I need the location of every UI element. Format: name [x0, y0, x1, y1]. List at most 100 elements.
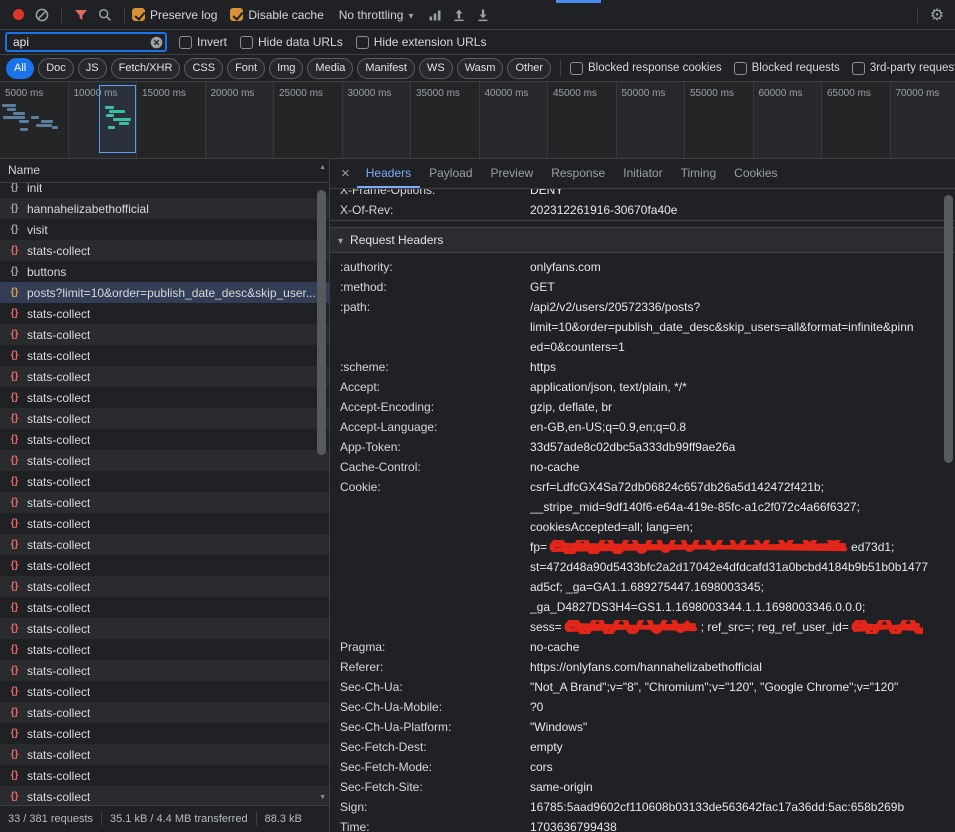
filter-type-chip[interactable]: All	[6, 58, 34, 79]
request-type-icon: {}	[8, 518, 21, 529]
checkbox-label: Preserve log	[150, 8, 217, 22]
record-button[interactable]	[6, 3, 30, 27]
header-row: :method:GET	[330, 277, 955, 297]
request-type-icon: {}	[8, 245, 21, 256]
request-type-icon: {}	[8, 602, 21, 613]
request-row[interactable]: {} stats-collect	[0, 597, 329, 618]
filter-button[interactable]	[69, 3, 93, 27]
filter-option-checkbox[interactable]: Hide extension URLs	[356, 35, 487, 49]
header-value: /api2/v2/users/20572336/posts?limit=10&o…	[530, 297, 955, 357]
filter-type-chip[interactable]: Fetch/XHR	[111, 58, 181, 79]
details-tab[interactable]: Response	[542, 159, 614, 188]
details-tab[interactable]: Headers	[357, 159, 420, 188]
network-overview-timeline[interactable]: 5000 ms 10000 ms 15000 ms 20000 ms 25000…	[0, 82, 955, 159]
request-row[interactable]: {} stats-collect	[0, 744, 329, 765]
filter-type-chip[interactable]: Media	[307, 58, 353, 79]
request-type-icon: {}	[8, 203, 21, 214]
request-row[interactable]: {} buttons	[0, 261, 329, 282]
request-row[interactable]: {} stats-collect	[0, 492, 329, 513]
blocked-filter-checkbox[interactable]: Blocked response cookies	[570, 62, 722, 75]
clear-filter-icon[interactable]	[150, 36, 163, 49]
blocked-filter-checkbox[interactable]: Blocked requests	[734, 62, 840, 75]
name-column-header[interactable]: Name	[0, 159, 329, 183]
details-tab[interactable]: Timing	[672, 159, 726, 188]
request-row[interactable]: {} stats-collect	[0, 555, 329, 576]
request-row[interactable]: {} stats-collect	[0, 660, 329, 681]
request-row[interactable]: {} stats-collect	[0, 681, 329, 702]
request-row[interactable]: {} stats-collect	[0, 513, 329, 534]
toolbar-divider	[917, 7, 918, 23]
network-conditions-button[interactable]	[423, 3, 447, 27]
request-row[interactable]: {} stats-collect	[0, 429, 329, 450]
overview-selection-box[interactable]	[99, 85, 136, 153]
filter-type-chip[interactable]: WS	[419, 58, 453, 79]
import-har-button[interactable]	[447, 3, 471, 27]
status-divider	[256, 812, 257, 826]
request-row[interactable]: {} stats-collect	[0, 345, 329, 366]
filter-option-checkbox[interactable]: Hide data URLs	[240, 35, 343, 49]
details-tab[interactable]: Initiator	[614, 159, 671, 188]
request-row[interactable]: {} posts?limit=10&order=publish_date_des…	[0, 282, 329, 303]
request-row[interactable]: {} stats-collect	[0, 366, 329, 387]
header-name: Sec-Ch-Ua-Mobile:	[340, 697, 530, 717]
request-row[interactable]: {} visit	[0, 219, 329, 240]
details-tab[interactable]: Payload	[420, 159, 481, 188]
request-row[interactable]: {} stats-collect	[0, 618, 329, 639]
request-type-icon: {}	[8, 308, 21, 319]
request-row[interactable]: {} stats-collect	[0, 534, 329, 555]
header-row: App-Token:33d57ade8c02dbc5a333db99ff9ae2…	[330, 437, 955, 457]
request-row[interactable]: {} stats-collect	[0, 240, 329, 261]
scroll-down-icon[interactable]	[319, 794, 326, 801]
throttling-dropdown[interactable]: No throttling	[339, 8, 414, 22]
header-name: Accept-Language:	[340, 417, 530, 437]
filter-option-checkbox[interactable]: Invert	[179, 35, 227, 49]
details-tab[interactable]: Cookies	[725, 159, 786, 188]
filter-type-chip[interactable]: Font	[227, 58, 265, 79]
header-name: X-Of-Rev:	[340, 200, 530, 220]
filter-type-chip[interactable]: Wasm	[457, 58, 504, 79]
scroll-up-icon[interactable]	[319, 164, 326, 171]
filter-type-chip[interactable]: JS	[78, 58, 107, 79]
checkbox-label: Hide extension URLs	[374, 35, 487, 49]
request-row[interactable]: {} stats-collect	[0, 786, 329, 805]
request-row[interactable]: {} stats-collect	[0, 324, 329, 345]
overview-waterfall-bars	[0, 82, 955, 158]
header-value: no-cache	[530, 637, 955, 657]
request-row[interactable]: {} stats-collect	[0, 471, 329, 492]
request-row[interactable]: {} stats-collect	[0, 723, 329, 744]
request-type-icon: {}	[8, 686, 21, 697]
network-toolbar: Preserve log Disable cache No throttling	[0, 0, 955, 30]
redaction-scribble	[549, 540, 849, 554]
request-row[interactable]: {} stats-collect	[0, 387, 329, 408]
request-headers-section-header[interactable]: Request Headers	[330, 227, 955, 253]
request-row[interactable]: {} stats-collect	[0, 450, 329, 471]
right-scrollbar-thumb[interactable]	[944, 195, 953, 463]
clear-button[interactable]	[30, 3, 54, 27]
filter-type-chip[interactable]: CSS	[184, 58, 223, 79]
request-row[interactable]: {} stats-collect	[0, 765, 329, 786]
settings-gear-icon[interactable]	[925, 3, 949, 27]
toolbar-divider	[124, 7, 125, 23]
details-tab[interactable]: Preview	[482, 159, 543, 188]
filter-type-chip[interactable]: Doc	[38, 58, 74, 79]
preserve-log-checkbox[interactable]: Preserve log	[132, 8, 217, 22]
blocked-filter-checkbox[interactable]: 3rd-party requests	[852, 62, 955, 75]
filter-type-chip[interactable]: Img	[269, 58, 303, 79]
request-row[interactable]: {} stats-collect	[0, 576, 329, 597]
request-row[interactable]: {} stats-collect	[0, 303, 329, 324]
filter-type-chip[interactable]: Other	[507, 58, 551, 79]
request-row[interactable]: {} stats-collect	[0, 639, 329, 660]
export-har-button[interactable]	[471, 3, 495, 27]
left-scrollbar-thumb[interactable]	[317, 190, 326, 455]
request-row[interactable]: {} stats-collect	[0, 408, 329, 429]
request-row[interactable]: {} stats-collect	[0, 702, 329, 723]
request-row[interactable]: {} hannahelizabethofficial	[0, 198, 329, 219]
filter-type-chip[interactable]: Manifest	[357, 58, 415, 79]
request-headers-rows: :authority:onlyfans.com:method:GET:path:…	[330, 253, 955, 832]
disable-cache-checkbox[interactable]: Disable cache	[230, 8, 323, 22]
request-row[interactable]: {} init	[0, 183, 329, 198]
search-button[interactable]	[93, 3, 117, 27]
close-icon[interactable]	[334, 165, 357, 182]
header-name: :authority:	[340, 257, 530, 277]
network-filter-input[interactable]	[5, 32, 167, 52]
